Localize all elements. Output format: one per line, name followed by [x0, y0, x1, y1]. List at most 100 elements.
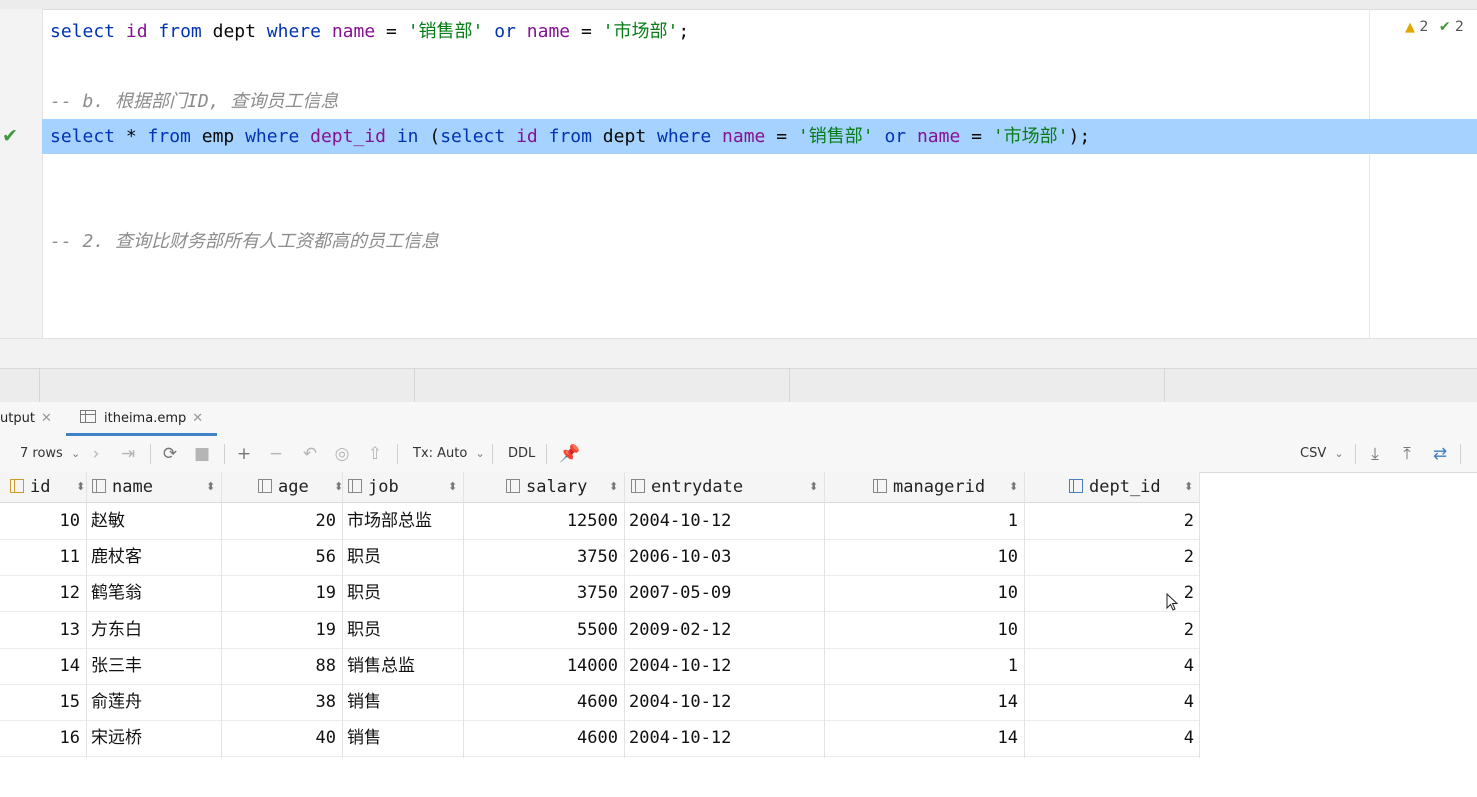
cell-name[interactable]: 宋远桥	[91, 720, 221, 756]
cell-salary[interactable]: 3750	[463, 539, 618, 575]
cell-age[interactable]: 20	[221, 503, 336, 539]
cell-job[interactable]: 市场部总监	[347, 503, 463, 539]
cell-id[interactable]: 16	[0, 720, 80, 756]
close-icon[interactable]: ✕	[192, 411, 203, 426]
cell-job[interactable]: 职员	[347, 539, 463, 575]
cell-job[interactable]: 销售总监	[347, 648, 463, 684]
code-comment-line[interactable]: -- b. 根据部门ID, 查询员工信息	[50, 85, 338, 119]
table-row[interactable]: 11 鹿杖客 56 职员 3750 2006-10-03 10 2	[0, 539, 1200, 577]
inspection-widget[interactable]: ▲ 2 ✔ 2	[1405, 17, 1464, 37]
cell-entrydate[interactable]: 2004-10-12	[629, 648, 824, 684]
cell-managerid[interactable]: 1	[824, 648, 1018, 684]
stop-icon[interactable]: ■	[191, 436, 213, 472]
cell-entrydate[interactable]: 2007-05-09	[629, 575, 824, 611]
pin-icon[interactable]: 📌	[559, 436, 581, 472]
cell-managerid[interactable]: 10	[824, 575, 1018, 611]
cell-age[interactable]: 19	[221, 575, 336, 611]
tab-output[interactable]: utput ✕	[0, 402, 52, 436]
cell-salary[interactable]: 12500	[463, 503, 618, 539]
cell-id[interactable]: 14	[0, 648, 80, 684]
cell-job[interactable]: 销售	[347, 720, 463, 756]
export-format-dropdown[interactable]: CSV ⌄	[1300, 436, 1344, 472]
cell-salary[interactable]: 14000	[463, 648, 618, 684]
cell-name[interactable]: 鹿杖客	[91, 539, 221, 575]
preview-changes-icon[interactable]: ◎	[331, 436, 353, 472]
column-header-managerid[interactable]: managerid	[873, 472, 985, 502]
code-line[interactable]: select id from dept where name = '销售部' o…	[50, 15, 689, 49]
cell-name[interactable]: 赵敏	[91, 503, 221, 539]
compare-icon[interactable]: ⇄	[1429, 436, 1451, 472]
cell-age[interactable]: 19	[221, 612, 336, 648]
cell-age[interactable]: 88	[221, 648, 336, 684]
table-row[interactable]: 12 鹤笔翁 19 职员 3750 2007-05-09 10 2	[0, 575, 1200, 613]
cell-name[interactable]: 张三丰	[91, 648, 221, 684]
column-header-name[interactable]: name	[92, 472, 153, 502]
rows-count-dropdown[interactable]: 7 rows ⌄	[20, 436, 80, 472]
close-icon[interactable]: ✕	[41, 411, 52, 426]
cell-dept-id[interactable]: 2	[1024, 503, 1194, 539]
tx-mode-dropdown[interactable]: Tx: Auto ⌄	[413, 436, 485, 472]
table-row[interactable]: 13 方东白 19 职员 5500 2009-02-12 10 2	[0, 612, 1200, 649]
cell-name[interactable]: 方东白	[91, 612, 221, 648]
cell-salary[interactable]: 4600	[463, 720, 618, 756]
cell-id[interactable]: 10	[0, 503, 80, 539]
cell-managerid[interactable]: 10	[824, 612, 1018, 648]
cell-age[interactable]: 56	[221, 539, 336, 575]
reload-icon[interactable]: ⟳	[159, 436, 181, 472]
add-row-icon[interactable]: +	[233, 436, 255, 472]
next-page-icon[interactable]: ›	[85, 436, 107, 472]
sort-icon[interactable]: ⬍	[448, 472, 457, 502]
cell-entrydate[interactable]: 2006-10-03	[629, 539, 824, 575]
cell-name[interactable]: 鹤笔翁	[91, 575, 221, 611]
cell-dept-id[interactable]: 2	[1024, 539, 1194, 575]
column-header-entrydate[interactable]: entrydate	[631, 472, 743, 502]
upload-icon[interactable]: ⤒	[1396, 436, 1418, 472]
sort-icon[interactable]: ⬍	[76, 472, 85, 502]
cell-job[interactable]: 职员	[347, 612, 463, 648]
sort-icon[interactable]: ⬍	[206, 472, 215, 502]
cell-managerid[interactable]: 10	[824, 539, 1018, 575]
table-row[interactable]: 15 俞莲舟 38 销售 4600 2004-10-12 14 4	[0, 684, 1200, 721]
table-row[interactable]: 10 赵敏 20 市场部总监 12500 2004-10-12 1 2	[0, 503, 1200, 540]
cell-salary[interactable]: 5500	[463, 612, 618, 648]
table-row[interactable]: 16 宋远桥 40 销售 4600 2004-10-12 14 4	[0, 720, 1200, 758]
submit-icon[interactable]: ⇧	[364, 436, 386, 472]
cell-managerid[interactable]: 1	[824, 503, 1018, 539]
cell-age[interactable]: 38	[221, 684, 336, 720]
cell-managerid[interactable]: 14	[824, 684, 1018, 720]
sql-editor[interactable]: ✔ select id from dept where name = '销售部'…	[0, 0, 1477, 338]
revert-icon[interactable]: ↶	[299, 436, 321, 472]
column-header-age[interactable]: age	[258, 472, 309, 502]
cell-dept-id[interactable]: 4	[1024, 684, 1194, 720]
last-page-icon[interactable]: ⇥	[117, 436, 139, 472]
cell-id[interactable]: 11	[0, 539, 80, 575]
sort-icon[interactable]: ⬍	[1184, 472, 1193, 502]
sort-icon[interactable]: ⬍	[809, 472, 818, 502]
sort-icon[interactable]: ⬍	[609, 472, 618, 502]
cell-job[interactable]: 销售	[347, 684, 463, 720]
column-header-id[interactable]: id	[10, 472, 50, 502]
cell-dept-id[interactable]: 2	[1024, 612, 1194, 648]
column-header-dept-id[interactable]: dept_id	[1069, 472, 1161, 502]
cell-age[interactable]: 40	[221, 720, 336, 756]
cell-entrydate[interactable]: 2004-10-12	[629, 720, 824, 756]
download-icon[interactable]: ⤓	[1364, 436, 1386, 472]
code-line[interactable]: select * from emp where dept_id in (sele…	[50, 120, 1090, 154]
cell-salary[interactable]: 4600	[463, 684, 618, 720]
tab-itheima-emp[interactable]: itheima.emp ✕	[66, 402, 218, 436]
cell-salary[interactable]: 3750	[463, 575, 618, 611]
cell-id[interactable]: 12	[0, 575, 80, 611]
cell-entrydate[interactable]: 2009-02-12	[629, 612, 824, 648]
cell-name[interactable]: 俞莲舟	[91, 684, 221, 720]
cell-dept-id[interactable]: 4	[1024, 720, 1194, 756]
cell-entrydate[interactable]: 2004-10-12	[629, 503, 824, 539]
cell-job[interactable]: 职员	[347, 575, 463, 611]
cell-id[interactable]: 15	[0, 684, 80, 720]
cell-id[interactable]: 13	[0, 612, 80, 648]
ddl-button[interactable]: DDL	[508, 436, 535, 472]
table-row[interactable]: 14 张三丰 88 销售总监 14000 2004-10-12 1 4	[0, 648, 1200, 685]
cell-dept-id[interactable]: 4	[1024, 648, 1194, 684]
delete-row-icon[interactable]: −	[265, 436, 287, 472]
cell-managerid[interactable]: 14	[824, 720, 1018, 756]
code-comment-line[interactable]: -- 2. 查询比财务部所有人工资都高的员工信息	[50, 225, 439, 259]
